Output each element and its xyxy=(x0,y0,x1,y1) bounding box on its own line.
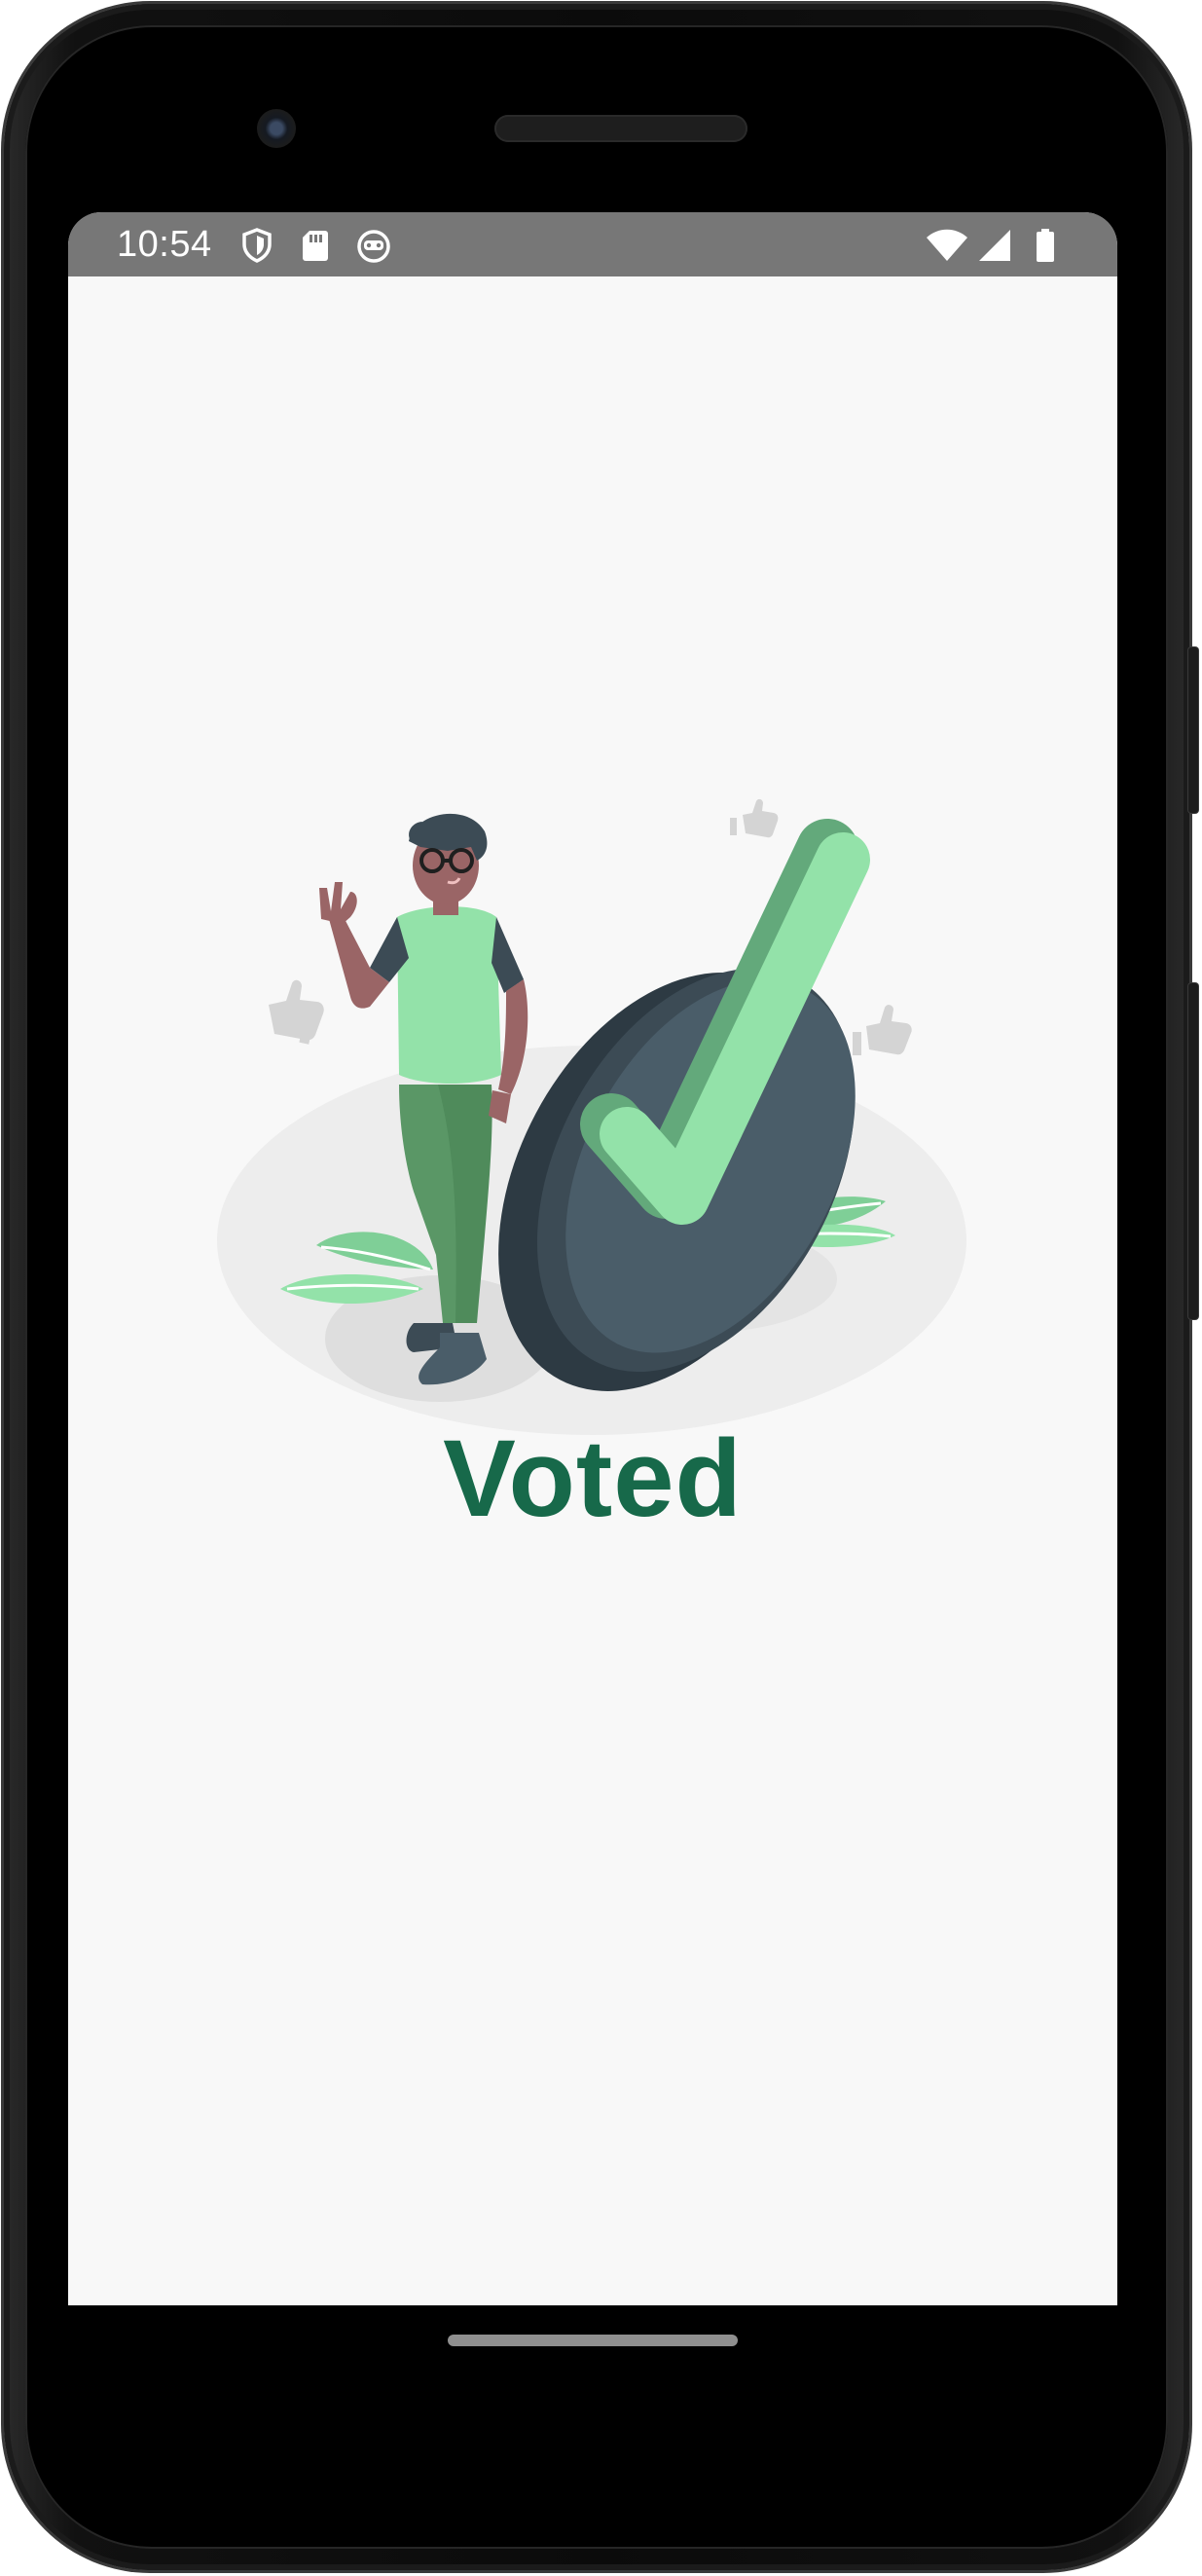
shield-icon xyxy=(242,228,272,263)
battery-icon xyxy=(1037,229,1054,262)
app-screen: 10:54 Voted xyxy=(68,212,1117,2305)
thumbs-up-icon xyxy=(269,979,324,1045)
cellular-signal-icon xyxy=(979,230,1010,261)
thumbs-up-icon xyxy=(853,1005,912,1055)
front-camera xyxy=(257,109,296,148)
voted-confirmation-view: Voted xyxy=(68,276,1117,2305)
earpiece-speaker xyxy=(494,115,747,142)
home-indicator[interactable] xyxy=(448,2335,738,2346)
person-with-green-checkmark-illustration xyxy=(217,798,966,1435)
wifi-icon xyxy=(927,229,967,261)
thumbs-up-icon xyxy=(730,798,779,838)
voted-title: Voted xyxy=(443,1417,743,1539)
status-bar: 10:54 xyxy=(68,212,1117,276)
power-button xyxy=(1188,647,1198,813)
sd-card-icon xyxy=(303,231,328,261)
volume-button xyxy=(1188,983,1198,1319)
robot-face-icon xyxy=(357,230,390,263)
status-time: 10:54 xyxy=(117,224,212,265)
